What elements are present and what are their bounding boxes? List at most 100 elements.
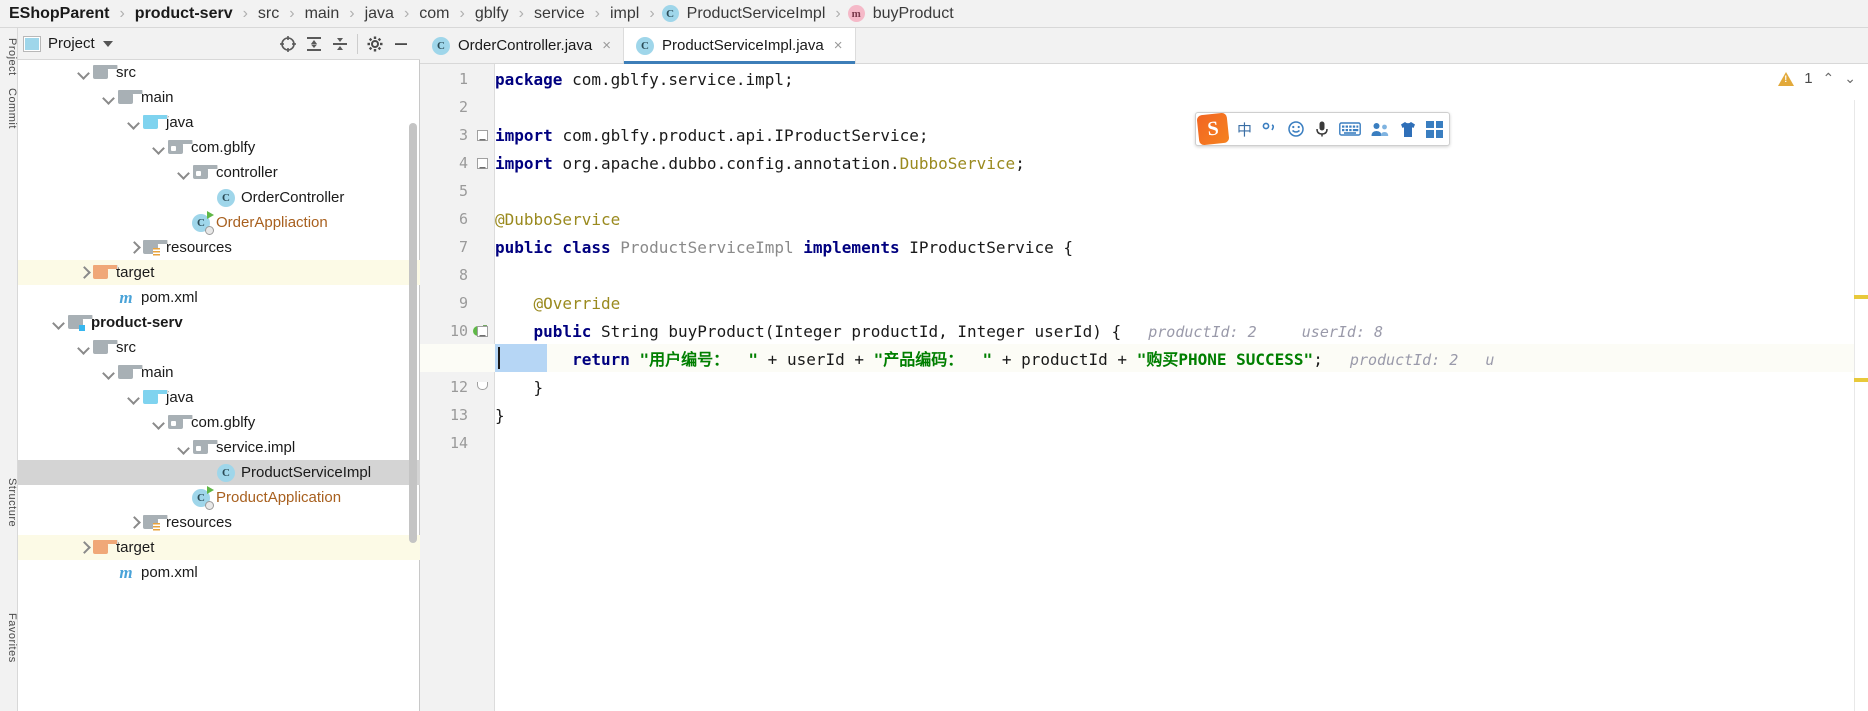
chevron-right-icon[interactable]: [76, 265, 92, 281]
tree-item-src[interactable]: src: [18, 60, 420, 85]
project-view-icon: [23, 35, 41, 52]
breadcrumb-item-impl[interactable]: impl: [605, 5, 644, 23]
marker-warning[interactable]: [1854, 295, 1868, 299]
hide-tool-window-icon[interactable]: [388, 31, 414, 57]
tree-item-pom-xml[interactable]: m pom.xml: [18, 560, 420, 585]
tree-item-resources[interactable]: resources: [18, 510, 420, 535]
sogou-logo-icon[interactable]: S: [1196, 112, 1230, 146]
toolbox-icon[interactable]: [1426, 120, 1444, 138]
tree-item-target[interactable]: target: [18, 535, 420, 560]
code-line-3[interactable]: import com.gblfy.product.api.IProductSer…: [495, 122, 928, 150]
tree-item-main[interactable]: main: [18, 360, 420, 385]
tab-productserviceimpl-java[interactable]: C ProductServiceImpl.java ×: [624, 28, 856, 64]
chevron-down-icon[interactable]: [151, 140, 167, 156]
code-content[interactable]: package com.gblfy.service.impl; import co…: [495, 64, 1868, 711]
inspection-widget[interactable]: 1 ⌃ ⌄: [1778, 70, 1856, 87]
emoji-icon[interactable]: [1287, 120, 1305, 138]
tree-item-productserviceimpl[interactable]: C ProductServiceImpl: [18, 460, 420, 485]
breadcrumb-item-buyproduct[interactable]: m buyProduct: [846, 5, 959, 23]
chevron-right-icon[interactable]: [126, 240, 142, 256]
package-gray-icon: [192, 164, 218, 181]
code-line-1[interactable]: package com.gblfy.service.impl;: [495, 66, 794, 94]
code-line-4[interactable]: import org.apache.dubbo.config.annotatio…: [495, 150, 1025, 178]
tree-item-orderappliaction[interactable]: C OrderAppliaction: [18, 210, 420, 235]
chevron-down-icon[interactable]: [76, 65, 92, 81]
chevron-down-icon[interactable]: [176, 440, 192, 456]
tree-item-resources[interactable]: resources: [18, 235, 420, 260]
fold-collapse-icon[interactable]: [477, 130, 488, 141]
chevron-down-icon[interactable]: [101, 365, 117, 381]
breadcrumb-item-product-serv[interactable]: product-serv: [130, 5, 238, 23]
tree-item-java[interactable]: java: [18, 385, 420, 410]
breadcrumb-item-main[interactable]: main: [300, 5, 345, 23]
project-tree-scrollbar[interactable]: [409, 123, 417, 543]
tree-item-pom-xml[interactable]: m pom.xml: [18, 285, 420, 310]
expand-all-icon[interactable]: [301, 31, 327, 57]
chevron-down-icon[interactable]: ⌄: [1844, 70, 1856, 87]
tree-item-src[interactable]: src: [18, 335, 420, 360]
chevron-down-icon[interactable]: [101, 90, 117, 106]
chevron-down-icon[interactable]: [76, 340, 92, 356]
code-line-9[interactable]: @Override: [495, 290, 621, 318]
line-number: 5: [458, 182, 468, 200]
fold-collapse-icon[interactable]: [477, 326, 488, 337]
breadcrumb-item-productserviceimpl[interactable]: C ProductServiceImpl: [660, 5, 831, 23]
tree-item-productapplication[interactable]: C ProductApplication: [18, 485, 420, 510]
fold-collapse-icon[interactable]: [477, 158, 488, 169]
chevron-down-icon[interactable]: [102, 40, 113, 47]
breadcrumb-label: src: [257, 4, 280, 22]
gear-icon[interactable]: [362, 31, 388, 57]
chinese-mode-icon[interactable]: 中: [1237, 119, 1252, 140]
code-line-7[interactable]: public class ProductServiceImpl implemen…: [495, 234, 1073, 262]
tree-item-com-gblfy[interactable]: com.gblfy: [18, 410, 420, 435]
runnable-class-icon: C: [192, 485, 214, 510]
close-icon[interactable]: ×: [602, 37, 611, 54]
breadcrumb-item-gblfy[interactable]: gblfy: [470, 5, 514, 23]
code-line-11[interactable]: return "用户编号： " + userId + "产品编码： " + pr…: [495, 346, 1494, 374]
chevron-down-icon[interactable]: [126, 115, 142, 131]
editor-marker-bar[interactable]: [1854, 100, 1868, 711]
chevron-up-icon[interactable]: ⌃: [1823, 70, 1835, 87]
soft-keyboard-icon[interactable]: [1339, 121, 1361, 137]
tree-item-main[interactable]: main: [18, 85, 420, 110]
project-tree[interactable]: src main java com.gblfy controller C OrderCont…: [18, 60, 420, 711]
code-line-10[interactable]: public String buyProduct(Integer product…: [495, 318, 1384, 346]
breadcrumb-item-src[interactable]: src: [253, 5, 284, 23]
breadcrumb-item-service[interactable]: service: [529, 5, 590, 23]
tool-window-button-structure[interactable]: Structure: [0, 458, 18, 548]
select-opened-file-icon[interactable]: [275, 31, 301, 57]
tree-item-service-impl[interactable]: service.impl: [18, 435, 420, 460]
code-line-6[interactable]: @DubboService: [495, 206, 620, 234]
collapse-all-icon[interactable]: [327, 31, 353, 57]
chevron-right-icon[interactable]: [76, 540, 92, 556]
tree-item-ordercontroller[interactable]: C OrderController: [18, 185, 420, 210]
tool-window-button-commit[interactable]: Commit: [0, 68, 18, 148]
marker-warning[interactable]: [1854, 378, 1868, 382]
breadcrumb-separator-icon: ›: [349, 4, 355, 22]
user-center-icon[interactable]: [1370, 121, 1390, 137]
code-editor[interactable]: 1234567891011121314 package com.gblfy.se…: [420, 64, 1868, 711]
chevron-down-icon[interactable]: [151, 415, 167, 431]
tab-ordercontroller-java[interactable]: C OrderController.java ×: [420, 28, 624, 63]
tree-item-com-gblfy[interactable]: com.gblfy: [18, 135, 420, 160]
breadcrumb-item-eshopparent[interactable]: EShopParent: [4, 5, 114, 23]
punctuation-icon[interactable]: [1261, 121, 1278, 138]
code-line-13[interactable]: }: [495, 402, 505, 430]
tree-item-controller[interactable]: controller: [18, 160, 420, 185]
tree-item-java[interactable]: java: [18, 110, 420, 135]
skin-icon[interactable]: [1399, 121, 1417, 138]
tree-item-product-serv[interactable]: product-serv: [18, 310, 420, 335]
chevron-right-icon[interactable]: [126, 515, 142, 531]
code-line-12[interactable]: }: [495, 374, 544, 402]
close-icon[interactable]: ×: [834, 37, 843, 54]
sogou-input-method-toolbar[interactable]: S 中: [1195, 112, 1451, 146]
line-number: 8: [458, 266, 468, 284]
tree-item-target[interactable]: target: [18, 260, 420, 285]
chevron-down-icon[interactable]: [51, 315, 67, 331]
voice-input-icon[interactable]: [1314, 120, 1330, 138]
chevron-down-icon[interactable]: [126, 390, 142, 406]
tool-window-button-favorites[interactable]: Favorites: [0, 588, 18, 688]
chevron-down-icon[interactable]: [176, 165, 192, 181]
breadcrumb-item-java[interactable]: java: [360, 5, 399, 23]
breadcrumb-item-com[interactable]: com: [414, 5, 454, 23]
